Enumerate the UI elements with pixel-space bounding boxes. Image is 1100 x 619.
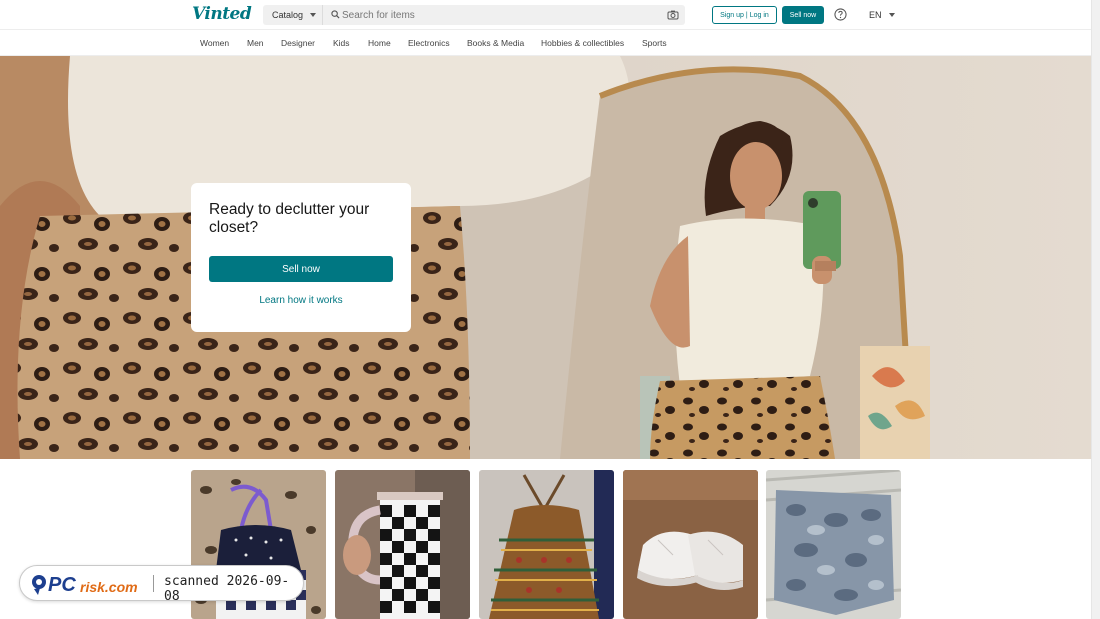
signup-label[interactable]: Sign up [720, 12, 744, 19]
nav-item-sports[interactable]: Sports [642, 38, 667, 48]
item-card[interactable] [479, 470, 614, 619]
page: Vinted Catalog Sign up | Log in Sell now [0, 0, 1100, 619]
nav-item-electronics[interactable]: Electronics [408, 38, 450, 48]
signup-login-button[interactable]: Sign up | Log in [712, 6, 777, 24]
nav-item-women[interactable]: Women [200, 38, 229, 48]
help-icon[interactable] [834, 8, 847, 21]
login-label[interactable]: Log in [750, 12, 769, 19]
nav-item-hobbies-collectibles[interactable]: Hobbies & collectibles [541, 38, 624, 48]
pcrisk-logo-domain: risk.com [80, 579, 138, 595]
nav-item-kids[interactable]: Kids [333, 38, 350, 48]
category-nav: Women Men Designer Kids Home Electronics… [0, 31, 1091, 56]
item-card[interactable] [335, 470, 470, 619]
camera-search-icon[interactable] [667, 9, 679, 21]
learn-how-it-works-link[interactable]: Learn how it works [209, 295, 393, 306]
hero-banner: Ready to declutter your closet? Sell now… [0, 56, 1091, 459]
catalog-dropdown[interactable]: Catalog [263, 5, 323, 25]
language-label: EN [869, 10, 882, 20]
chevron-down-icon [888, 13, 895, 17]
item-photo [335, 470, 470, 619]
item-photo [479, 470, 614, 619]
auth-separator: | [745, 11, 748, 19]
vinted-logo[interactable]: Vinted [192, 4, 252, 24]
item-card[interactable] [623, 470, 758, 619]
top-header: Vinted Catalog Sign up | Log in Sell now [0, 0, 1091, 30]
search-bar: Catalog [263, 5, 685, 25]
item-photo [766, 470, 901, 619]
chevron-down-icon [310, 13, 317, 17]
catalog-label: Catalog [272, 10, 304, 20]
sell-now-header-button[interactable]: Sell now [782, 6, 824, 24]
declutter-card: Ready to declutter your closet? Sell now… [191, 183, 411, 332]
search-icon [331, 10, 340, 19]
language-selector[interactable]: EN [869, 10, 895, 20]
search-input[interactable] [342, 7, 652, 23]
vertical-scrollbar[interactable] [1091, 0, 1100, 619]
nav-item-men[interactable]: Men [247, 38, 264, 48]
nav-item-books-media[interactable]: Books & Media [467, 38, 524, 48]
scan-date-text: scanned 2026-09-08 [164, 574, 290, 604]
item-photo [623, 470, 758, 619]
item-card[interactable] [766, 470, 901, 619]
hero-title: Ready to declutter your closet? [209, 201, 370, 236]
pcrisk-logo-pc: PC [48, 574, 76, 596]
nav-item-designer[interactable]: Designer [281, 38, 315, 48]
sell-now-button[interactable]: Sell now [209, 256, 393, 282]
pcrisk-watermark: PC risk.com scanned 2026-09-08 [19, 565, 304, 604]
hero-photo [0, 56, 1091, 459]
pcrisk-logo: PC risk.com [32, 574, 138, 596]
nav-item-home[interactable]: Home [368, 38, 391, 48]
badge-divider [153, 575, 154, 592]
